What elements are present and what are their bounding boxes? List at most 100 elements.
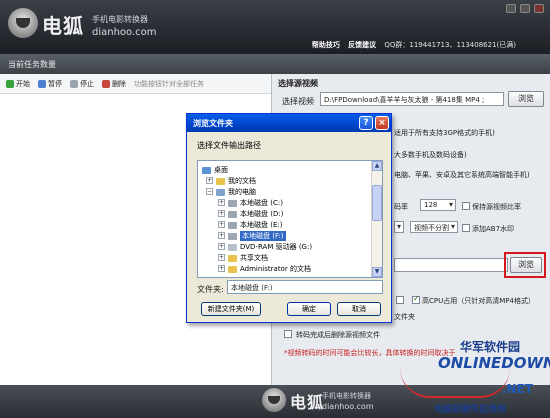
stop-button[interactable]: 停止 (70, 79, 94, 89)
format-option-3gp[interactable]: 适用于所有支持3GP格式的手机) (394, 128, 495, 138)
tree-item-drive-f[interactable]: 本地磁盘 (F:) (228, 231, 286, 241)
tree-item-shared-docs[interactable]: 共享文档 (228, 253, 268, 263)
format-option-common[interactable]: 大多数手机及数码设备) (394, 150, 467, 160)
tree-label: 我的文档 (228, 177, 256, 185)
watermark-line2: ONLINEDOWN (438, 354, 550, 372)
scroll-up-icon[interactable]: ▲ (372, 161, 382, 171)
folder-icon (228, 254, 237, 262)
task-count-label: 当前任务数量 (8, 60, 56, 69)
onlinedown-watermark: 华军软件园 ONLINEDOWN .NET 电脑软硬件应用网 (400, 336, 550, 418)
start-button[interactable]: 开始 (6, 79, 30, 89)
watermark-line4: 电脑软硬件应用网 (434, 405, 507, 415)
scroll-thumb[interactable] (372, 185, 382, 221)
drive-icon (228, 221, 237, 229)
task-bar: 当前任务数量 (0, 54, 550, 74)
desktop-icon (202, 166, 211, 174)
section-title-source: 选择源视频 (278, 79, 318, 88)
delete-source-checkbox[interactable] (284, 330, 292, 338)
minimize-icon[interactable] (506, 4, 516, 13)
qq-group-text: QQ群：119441713、113408621(已满) (384, 41, 516, 49)
tree-item-drive-c[interactable]: 本地磁盘 (C:) (228, 198, 283, 208)
keep-ratio-checkbox[interactable] (462, 202, 470, 210)
cancel-button[interactable]: 取消 (337, 302, 381, 316)
logo-domain: dianhoo.com (92, 27, 157, 38)
footer-fox-logo-icon (262, 388, 286, 412)
dialog-close-icon[interactable]: × (375, 116, 389, 130)
expand-icon[interactable]: + (218, 199, 225, 206)
resolution-select[interactable] (394, 221, 404, 233)
delete-button[interactable]: 删除 (102, 79, 126, 89)
start-label: 开始 (16, 79, 30, 88)
split-select[interactable]: 视频不分割 (410, 221, 458, 233)
tree-item-my-documents[interactable]: 我的文档 (216, 176, 256, 186)
tree-label: DVD-RAM 驱动器 (G:) (240, 243, 313, 251)
folder-icon (216, 177, 225, 185)
maximize-icon[interactable] (520, 4, 530, 13)
dvd-drive-icon (228, 243, 237, 251)
browse-video-button[interactable]: 浏览 (508, 91, 544, 107)
new-folder-button[interactable]: 新建文件夹(M) (201, 302, 261, 316)
dialog-folder-input[interactable]: 本地磁盘 (F:) (227, 280, 383, 294)
expand-icon[interactable]: + (218, 265, 225, 272)
expand-icon[interactable]: + (206, 177, 213, 184)
tree-label: 桌面 (214, 166, 228, 174)
delete-icon (102, 79, 110, 88)
footer-logo-title: 电狐 (290, 393, 325, 412)
computer-icon (216, 188, 225, 196)
folder-tree[interactable]: 桌面 + 我的文档 − 我的电脑 + 本地磁盘 (C:) + 本地磁盘 (D:) (197, 160, 383, 278)
watermark-checkbox[interactable] (462, 224, 470, 232)
feedback-link[interactable]: 反馈建议 (348, 41, 376, 49)
expand-icon[interactable]: + (218, 232, 225, 239)
highlight-box (504, 252, 546, 278)
tree-item-desktop[interactable]: 桌面 (202, 165, 228, 175)
format-option-smartphone[interactable]: 电脑、苹果、安卓及其它系统高端智能手机) (394, 170, 530, 180)
tree-item-dvd-drive[interactable]: DVD-RAM 驱动器 (G:) (228, 242, 312, 252)
tree-label-selected: 本地磁盘 (F:) (240, 231, 286, 241)
output-path-field[interactable] (394, 258, 508, 272)
high-cpu-label: 高CPU占用（只针对高清MP4格式） (422, 297, 535, 305)
task-toolbar: 开始 暂停 停止 删除 功能按钮针对全部任务 (0, 74, 271, 94)
tree-label: 我的电脑 (228, 188, 256, 196)
expand-icon[interactable]: + (218, 210, 225, 217)
collapse-icon[interactable]: − (206, 188, 213, 195)
bitrate-label: 码率 (394, 203, 408, 211)
stop-label: 停止 (80, 79, 94, 88)
logo-title: 电狐 (42, 14, 84, 38)
tree-item-my-computer[interactable]: 我的电脑 (216, 187, 256, 197)
scroll-down-icon[interactable]: ▼ (372, 267, 382, 277)
expand-icon[interactable]: + (218, 221, 225, 228)
dialog-folder-label: 文件夹: (197, 285, 224, 294)
watermark-label: 添加AB7水印 (472, 225, 515, 233)
drive-icon (228, 199, 237, 207)
tree-item-drive-e[interactable]: 本地磁盘 (E:) (228, 220, 282, 230)
tree-item-admin-docs[interactable]: Administrator 的文档 (228, 264, 311, 274)
folder-label: 文件夹 (394, 313, 415, 321)
footer-logo-subtitle: 手机电影转换器 (322, 392, 371, 400)
drive-icon (228, 210, 237, 218)
high-cpu-checkbox[interactable] (412, 294, 420, 304)
play-icon (6, 79, 14, 88)
pause-icon (38, 79, 46, 88)
help-icon[interactable]: ? (359, 116, 373, 130)
close-icon[interactable] (534, 4, 544, 13)
pause-button[interactable]: 暂停 (38, 79, 62, 89)
help-link[interactable]: 帮助技巧 (312, 41, 340, 49)
bitrate-select[interactable]: 128 (420, 199, 456, 211)
low-cpu-checkbox[interactable] (396, 296, 404, 304)
header-links: 帮助技巧 反馈建议 QQ群：119441713、113408621(已满) (312, 40, 522, 50)
toolbar-hint: 功能按钮针对全部任务 (134, 79, 204, 88)
tree-scrollbar[interactable]: ▲ ▼ (371, 161, 382, 277)
pause-label: 暂停 (48, 79, 62, 88)
ok-button[interactable]: 确定 (287, 302, 331, 316)
app-header: 电狐 手机电影转换器 dianhoo.com 帮助技巧 反馈建议 QQ群：119… (0, 0, 550, 54)
choose-video-label: 选择视频 (282, 97, 314, 106)
expand-icon[interactable]: + (218, 254, 225, 261)
delete-label: 删除 (112, 79, 126, 88)
video-path-field[interactable]: D:\FPDownload\喜羊羊与灰太狼 - 第418集 MP4 ; (320, 92, 504, 106)
browse-folder-dialog: 浏览文件夹 ? × 选择文件输出路径 桌面 + 我的文档 − 我的电脑 + 本地… (186, 113, 392, 323)
logo-subtitle: 手机电影转换器 (92, 15, 148, 24)
delete-source-label: 转码完成后删除源视频文件 (296, 331, 380, 339)
expand-icon[interactable]: + (218, 243, 225, 250)
tree-item-drive-d[interactable]: 本地磁盘 (D:) (228, 209, 283, 219)
footer-logo-domain: dianhoo.com (322, 402, 374, 411)
